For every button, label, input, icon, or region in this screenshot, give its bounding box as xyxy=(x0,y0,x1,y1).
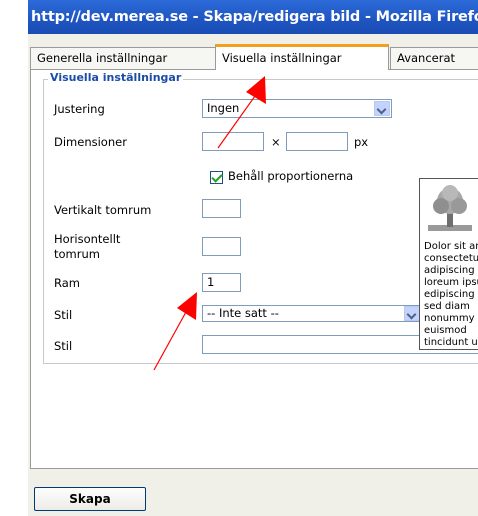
dimension-separator: × xyxy=(271,135,281,149)
create-button[interactable]: Skapa xyxy=(34,487,146,511)
unit-label: px xyxy=(354,135,369,149)
dimensions-label: Dimensioner xyxy=(54,135,127,149)
hspace-input[interactable] xyxy=(202,237,241,256)
window-title: http://dev.merea.se - Skapa/redigera bil… xyxy=(28,0,478,34)
tab-visual-settings[interactable]: Visuella inställningar xyxy=(215,44,389,70)
border-label: Ram xyxy=(54,276,80,290)
preview-text: Dolor sit amet, consectetuer adipiscing … xyxy=(424,241,478,348)
keep-proportions-checkbox[interactable] xyxy=(210,171,223,184)
class-select[interactable]: -- Inte satt -- xyxy=(202,305,422,322)
tab-general-settings[interactable]: Generella inställningar xyxy=(30,47,216,69)
tab-advanced[interactable]: Avancerat xyxy=(390,47,478,69)
class-label: Stil xyxy=(54,308,73,322)
hspace-label-line2: tomrum xyxy=(54,247,100,261)
dialog-window: http://dev.merea.se - Skapa/redigera bil… xyxy=(28,0,478,516)
hspace-label-line1: Horisontellt xyxy=(54,232,121,246)
fieldset-legend: Visuella inställningar xyxy=(48,71,184,84)
alignment-label: Justering xyxy=(54,102,105,116)
width-input[interactable] xyxy=(202,132,264,151)
chevron-down-icon[interactable] xyxy=(374,101,390,116)
border-input[interactable]: 1 xyxy=(202,273,241,292)
height-input[interactable] xyxy=(286,132,348,151)
alignment-value: Ingen xyxy=(207,101,240,115)
image-preview: Dolor sit amet, consectetuer adipiscing … xyxy=(419,178,478,350)
keep-proportions-label: Behåll proportionerna xyxy=(228,169,354,183)
class-value: -- Inte satt -- xyxy=(207,306,279,320)
vspace-input[interactable] xyxy=(202,199,241,218)
tree-image-icon xyxy=(428,185,472,231)
dialog-client: Generella inställningar Visuella inställ… xyxy=(28,34,478,516)
vspace-label: Vertikalt tomrum xyxy=(54,203,152,217)
style-label: Stil xyxy=(54,339,73,353)
chevron-down-icon[interactable] xyxy=(404,306,420,321)
alignment-select[interactable]: Ingen xyxy=(202,99,392,118)
visual-settings-panel: Visuella inställningar Justering Ingen D… xyxy=(30,69,478,469)
